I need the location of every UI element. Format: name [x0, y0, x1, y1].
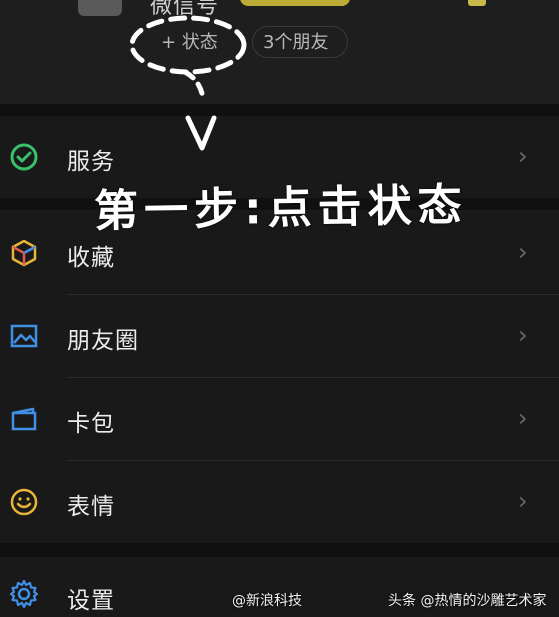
settings-gear-icon: [9, 579, 39, 609]
menu-label-stickers: 表情: [67, 494, 115, 520]
chevron-right-icon: ›: [518, 321, 528, 349]
menu-item-moments[interactable]: 朋友圈 ›: [0, 295, 559, 377]
favorites-cube-icon: [11, 239, 37, 267]
menu-item-stickers[interactable]: 表情 ›: [0, 461, 559, 543]
menu-item-card-wallet[interactable]: 卡包 ›: [0, 378, 559, 460]
service-icon: [10, 143, 38, 171]
annotation-step-text: 第一步:点击状态: [93, 179, 469, 238]
friends-status-pill[interactable]: 3个朋友: [252, 26, 348, 58]
chevron-right-icon: ›: [518, 142, 528, 170]
card-wallet-icon: [11, 407, 37, 431]
section-divider: [0, 104, 559, 116]
menu-label-settings: 设置: [67, 588, 115, 614]
toutiao-watermark: 头条 @热情的沙雕艺术家: [388, 593, 547, 609]
qr-code-icon[interactable]: [468, 0, 486, 6]
weibo-watermark: @新浪科技: [232, 593, 302, 609]
profile-header: 微信号 + 状态 3个朋友: [0, 0, 559, 104]
wechat-id-highlight: [240, 0, 350, 6]
menu-label-moments: 朋友圈: [67, 328, 139, 354]
add-status-button[interactable]: + 状态: [150, 26, 242, 58]
menu-label-favorites: 收藏: [67, 245, 115, 271]
chevron-right-icon: ›: [518, 404, 528, 432]
moments-picture-icon: [10, 324, 38, 348]
section-divider: [0, 543, 559, 557]
chevron-right-icon: ›: [518, 487, 528, 515]
menu-label-service: 服务: [67, 149, 115, 175]
chevron-right-icon: ›: [518, 238, 528, 266]
nickname: 微信号: [150, 0, 220, 19]
sticker-smile-icon: [10, 488, 38, 516]
avatar[interactable]: [78, 0, 122, 16]
menu-label-card-wallet: 卡包: [67, 411, 115, 437]
